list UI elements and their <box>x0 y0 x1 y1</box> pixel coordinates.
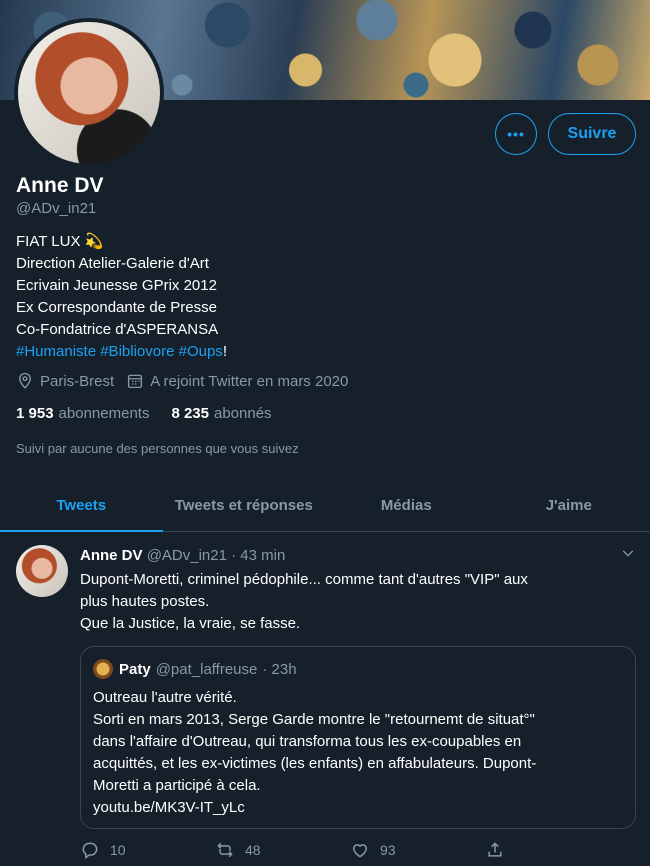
join-date: A rejoint Twitter en mars 2020 <box>126 372 348 390</box>
profile-tabs: Tweets Tweets et réponses Médias J'aime <box>0 480 650 532</box>
bio-line: Ex Correspondante de Presse <box>16 299 217 316</box>
tweet-line: Dupont-Moretti, criminel pédophile... co… <box>80 571 528 588</box>
tab-tweets-replies[interactable]: Tweets et réponses <box>163 480 326 531</box>
profile-meta: Paris-Brest A rejoint Twitter en mars 20… <box>16 372 360 390</box>
following-count: 1 953 <box>16 405 54 422</box>
chevron-down-icon[interactable] <box>620 545 636 561</box>
quote-header: Paty @pat_laffreuse · 23h <box>93 659 297 679</box>
tweet-text: Dupont-Moretti, criminel pédophile... co… <box>80 569 640 635</box>
bio-line: Co-Fondatrice d'ASPERANSA <box>16 321 219 338</box>
follow-button[interactable]: Suivre <box>548 113 636 155</box>
share-button[interactable] <box>485 840 620 860</box>
tweet-handle: @ADv_in21 <box>146 547 227 564</box>
quote-avatar <box>93 659 113 679</box>
bio-line: FIAT LUX 💫 <box>16 233 104 250</box>
retweet-count: 48 <box>245 842 261 858</box>
tweet-line: Que la Justice, la vraie, se fasse. <box>80 615 301 632</box>
tab-likes[interactable]: J'aime <box>488 480 650 531</box>
quote-line: dans l'affaire d'Outreau, qui transforma… <box>93 733 522 750</box>
profile-bio: FIAT LUX 💫 Direction Atelier-Galerie d'A… <box>16 231 227 363</box>
followers-link[interactable]: 8 235 abonnés <box>171 405 271 422</box>
like-count: 93 <box>380 842 396 858</box>
retweet-icon <box>217 842 233 858</box>
quote-line: Sorti en mars 2013, Serge Garde montre l… <box>93 711 535 728</box>
quote-handle: @pat_laffreuse <box>155 660 258 678</box>
reply-count: 10 <box>110 842 126 858</box>
tab-media[interactable]: Médias <box>325 480 488 531</box>
quote-link[interactable]: youtu.be/MK3V-IT_yLc <box>93 797 623 819</box>
quote-line: Outreau l'autre vérité. <box>93 689 237 706</box>
heart-icon <box>352 844 368 858</box>
bio-line: Ecrivain Jeunesse GPrix 2012 <box>16 277 217 294</box>
tweet-author[interactable]: Anne DV <box>80 547 143 564</box>
location-pin-icon <box>19 372 31 389</box>
quote-author: Paty <box>119 660 151 678</box>
followed-by-text: Suivi par aucune des personnes que vous … <box>16 441 299 456</box>
location-text: Paris-Brest <box>40 372 115 390</box>
tab-tweets[interactable]: Tweets <box>0 480 163 532</box>
hashtag-link[interactable]: #Bibliovore <box>100 343 174 360</box>
quote-time: · 23h <box>262 660 297 678</box>
profile-name: Anne DV <box>16 174 104 197</box>
hashtag-link[interactable]: #Oups <box>179 343 223 360</box>
retweet-button[interactable]: 48 <box>215 840 350 860</box>
tweet-header: Anne DV @ADv_in21 · 43 min <box>80 547 285 564</box>
quote-text: Outreau l'autre vérité. Sorti en mars 20… <box>93 687 623 819</box>
following-label: abonnements <box>58 405 150 422</box>
quote-line: Moretti a participé à cela. <box>93 777 261 794</box>
tweet-actions: 10 48 93 <box>80 840 620 860</box>
following-link[interactable]: 1 953 abonnements <box>16 405 149 422</box>
profile-handle: @ADv_in21 <box>16 200 97 217</box>
join-date-text: A rejoint Twitter en mars 2020 <box>150 372 349 390</box>
hashtag-link[interactable]: #Humaniste <box>16 343 96 360</box>
location: Paris-Brest <box>16 372 114 390</box>
tweet-time[interactable]: · 43 min <box>231 547 285 564</box>
quoted-tweet[interactable]: Paty @pat_laffreuse · 23h Outreau l'autr… <box>80 646 636 829</box>
bio-hashtags: #Humaniste #Bibliovore #Oups! <box>16 341 227 363</box>
more-options-button[interactable]: ••• <box>495 113 537 155</box>
followers-label: abonnés <box>214 405 272 422</box>
tweet-line: plus hautes postes. <box>80 593 210 610</box>
quote-line: acquittés, et les ex-victimes (les enfan… <box>93 755 537 772</box>
follow-counts: 1 953 abonnements 8 235 abonnés <box>16 405 294 422</box>
share-icon <box>488 842 502 857</box>
bio-line: Direction Atelier-Galerie d'Art <box>16 255 209 272</box>
reply-icon <box>82 842 98 859</box>
tweet-avatar[interactable] <box>16 545 68 597</box>
followers-count: 8 235 <box>171 405 209 422</box>
calendar-icon <box>128 374 143 389</box>
hashtag-suffix: ! <box>222 343 227 360</box>
profile-avatar[interactable] <box>14 18 164 168</box>
like-button[interactable]: 93 <box>350 840 485 860</box>
reply-button[interactable]: 10 <box>80 840 215 860</box>
